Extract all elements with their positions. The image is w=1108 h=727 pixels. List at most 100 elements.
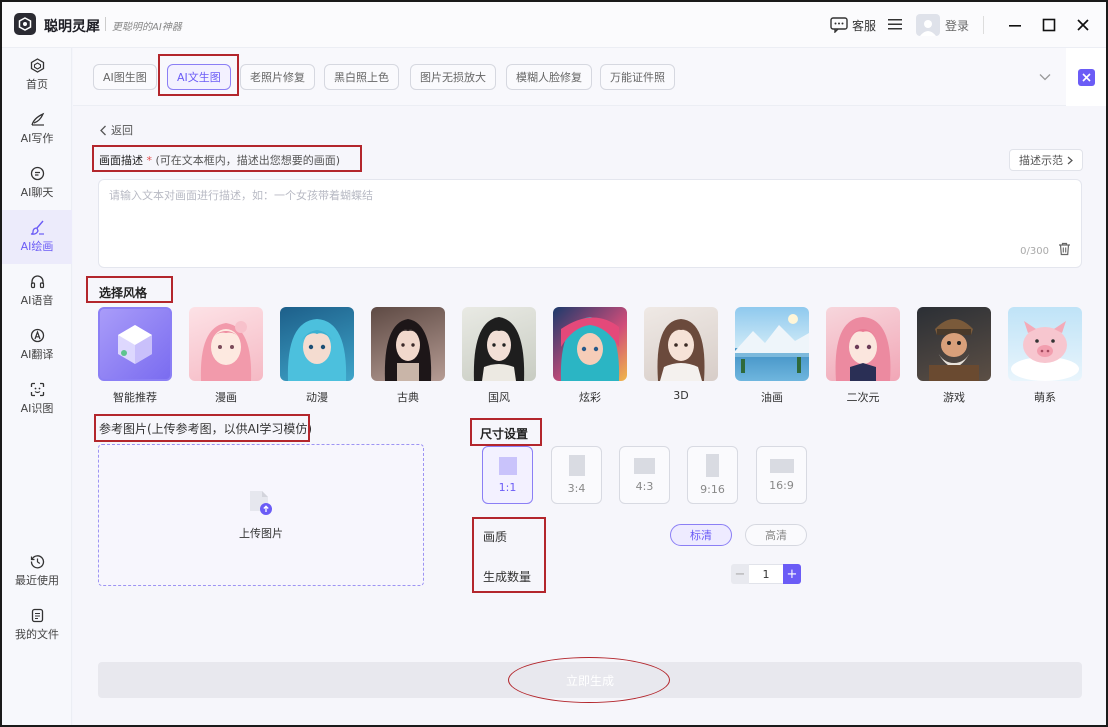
ratio-label: 1:1 — [498, 480, 517, 494]
style-label: 炫彩 — [579, 391, 601, 404]
decrement-button[interactable]: − — [731, 564, 749, 584]
style-label: 游戏 — [943, 391, 965, 404]
sidebar-item-label: AI翻译 — [20, 348, 54, 361]
sidebar: 首页 AI写作 AI聊天 AI绘画 AI语音 AI翻译 AI识图 最近使用 我的… — [2, 48, 72, 725]
ratio-4-3[interactable]: 4:3 — [619, 446, 670, 504]
sidebar-item-ai-writing[interactable]: AI写作 — [2, 102, 72, 156]
panel-toggle-button[interactable] — [1066, 48, 1106, 106]
tab-text-to-image[interactable]: AI文生图 — [167, 64, 231, 90]
ratio-label: 9:16 — [700, 483, 725, 496]
quality-label: 画质 — [483, 530, 508, 544]
login-label: 登录 — [944, 18, 969, 33]
translate-icon — [30, 328, 44, 343]
tab-face-restore[interactable]: 模糊人脸修复 — [506, 64, 592, 90]
ratio-label: 16:9 — [769, 478, 794, 492]
chat-bubble-icon — [830, 17, 848, 33]
sidebar-item-label: 首页 — [26, 78, 48, 91]
login-button[interactable]: 登录 — [915, 14, 969, 36]
style-manga[interactable]: 漫画 — [189, 307, 263, 405]
chevron-left-icon — [100, 125, 106, 135]
tab-upscale[interactable]: 图片无损放大 — [410, 64, 496, 90]
size-section-title: 尺寸设置 — [480, 427, 529, 441]
style-cute[interactable]: 萌系 — [1008, 307, 1082, 405]
ratio-16-9-icon — [769, 458, 794, 473]
ratio-label: 3:4 — [567, 482, 586, 495]
ratio-3-4[interactable]: 3:4 — [551, 446, 602, 504]
quantity-value[interactable]: 1 — [749, 564, 783, 584]
main-panel: AI图生图 AI文生图 老照片修复 黑白照上色 图片无损放大 模糊人脸修复 万能… — [73, 48, 1106, 725]
style-2d[interactable]: 二次元 — [826, 307, 900, 405]
required-mark: * — [146, 154, 153, 167]
home-icon — [30, 58, 44, 73]
style-thumb-chinese — [462, 307, 536, 381]
sidebar-item-ai-painting[interactable]: AI绘画 — [2, 210, 72, 264]
tab-colorize[interactable]: 黑白照上色 — [324, 64, 399, 90]
trash-icon[interactable] — [1058, 242, 1071, 259]
ratio-16-9[interactable]: 16:9 — [756, 446, 807, 504]
chevron-right-icon — [1067, 156, 1073, 164]
style-thumb-game — [917, 307, 991, 381]
sidebar-item-label: AI语音 — [20, 294, 54, 307]
chat-icon — [30, 166, 44, 181]
sidebar-item-recent[interactable]: 最近使用 — [2, 544, 72, 598]
title-separator — [105, 17, 106, 31]
titlebar-actions: 客服 登录 — [830, 2, 1106, 48]
style-label: 油画 — [761, 391, 783, 404]
upload-dropzone[interactable]: 上传图片 — [98, 444, 424, 586]
ratio-1-1[interactable]: 1:1 — [482, 446, 533, 504]
quality-hd-button[interactable]: 高清 — [745, 524, 807, 546]
ratio-9-16-icon — [706, 454, 719, 477]
minimize-icon[interactable] — [1000, 10, 1030, 40]
style-classical[interactable]: 古典 — [371, 307, 445, 405]
style-3d[interactable]: 3D — [644, 307, 718, 402]
style-thumb-manga — [189, 307, 263, 381]
style-thumb-classical — [371, 307, 445, 381]
style-oil-painting[interactable]: 油画 — [735, 307, 809, 405]
style-game[interactable]: 游戏 — [917, 307, 991, 405]
style-thumb-anime — [280, 307, 354, 381]
sidebar-item-my-files[interactable]: 我的文件 — [2, 598, 72, 652]
app-window: 聪明灵犀 更聪明的AI神器 客服 登录 首页 AI写作 AI聊天 AI绘画 AI… — [2, 2, 1106, 725]
ratio-9-16[interactable]: 9:16 — [687, 446, 738, 504]
sidebar-item-ai-translate[interactable]: AI翻译 — [2, 318, 72, 372]
quality-standard-button[interactable]: 标清 — [670, 524, 732, 546]
prompt-box: 0/300 — [98, 179, 1082, 268]
style-anime[interactable]: 动漫 — [280, 307, 354, 405]
generate-button[interactable]: 立即生成 — [98, 662, 1082, 698]
style-colorful[interactable]: 炫彩 — [553, 307, 627, 405]
close-icon[interactable] — [1068, 10, 1098, 40]
tab-old-photo-restore[interactable]: 老照片修复 — [240, 64, 315, 90]
prompt-input[interactable] — [109, 187, 1009, 247]
upload-label: 上传图片 — [239, 527, 283, 540]
ratio-label: 4:3 — [635, 479, 654, 493]
customer-service-label: 客服 — [851, 18, 876, 33]
sidebar-item-ai-recognize[interactable]: AI识图 — [2, 372, 72, 426]
style-label: 古典 — [397, 391, 419, 404]
headphone-icon — [30, 275, 44, 289]
style-label: 智能推荐 — [113, 391, 157, 404]
style-section-title: 选择风格 — [99, 286, 148, 300]
chevron-down-icon[interactable] — [1039, 70, 1051, 84]
titlebar-divider — [983, 16, 984, 34]
sidebar-item-ai-voice[interactable]: AI语音 — [2, 264, 72, 318]
sidebar-item-ai-chat[interactable]: AI聊天 — [2, 156, 72, 210]
count-label: 生成数量 — [483, 570, 532, 584]
back-button[interactable]: 返回 — [99, 122, 133, 138]
style-thumb-smart — [98, 307, 172, 381]
close-panel-icon — [1077, 68, 1095, 86]
sidebar-item-home[interactable]: 首页 — [2, 48, 72, 102]
customer-service-button[interactable]: 客服 — [830, 17, 876, 34]
sidebar-item-label: 最近使用 — [15, 574, 59, 587]
style-chinese[interactable]: 国风 — [462, 307, 536, 405]
description-example-button[interactable]: 描述示范 — [1009, 149, 1083, 171]
menu-icon[interactable] — [887, 18, 902, 33]
increment-button[interactable]: + — [783, 564, 801, 584]
example-label: 描述示范 — [1019, 154, 1063, 167]
title-bar: 聪明灵犀 更聪明的AI神器 客服 登录 — [2, 2, 1106, 48]
maximize-icon[interactable] — [1034, 10, 1064, 40]
style-thumb-colorful — [553, 307, 627, 381]
tab-image-to-image[interactable]: AI图生图 — [93, 64, 157, 90]
sidebar-item-label: AI写作 — [20, 132, 54, 145]
tab-id-photo[interactable]: 万能证件照 — [600, 64, 675, 90]
style-smart-recommend[interactable]: 智能推荐 — [98, 307, 172, 405]
